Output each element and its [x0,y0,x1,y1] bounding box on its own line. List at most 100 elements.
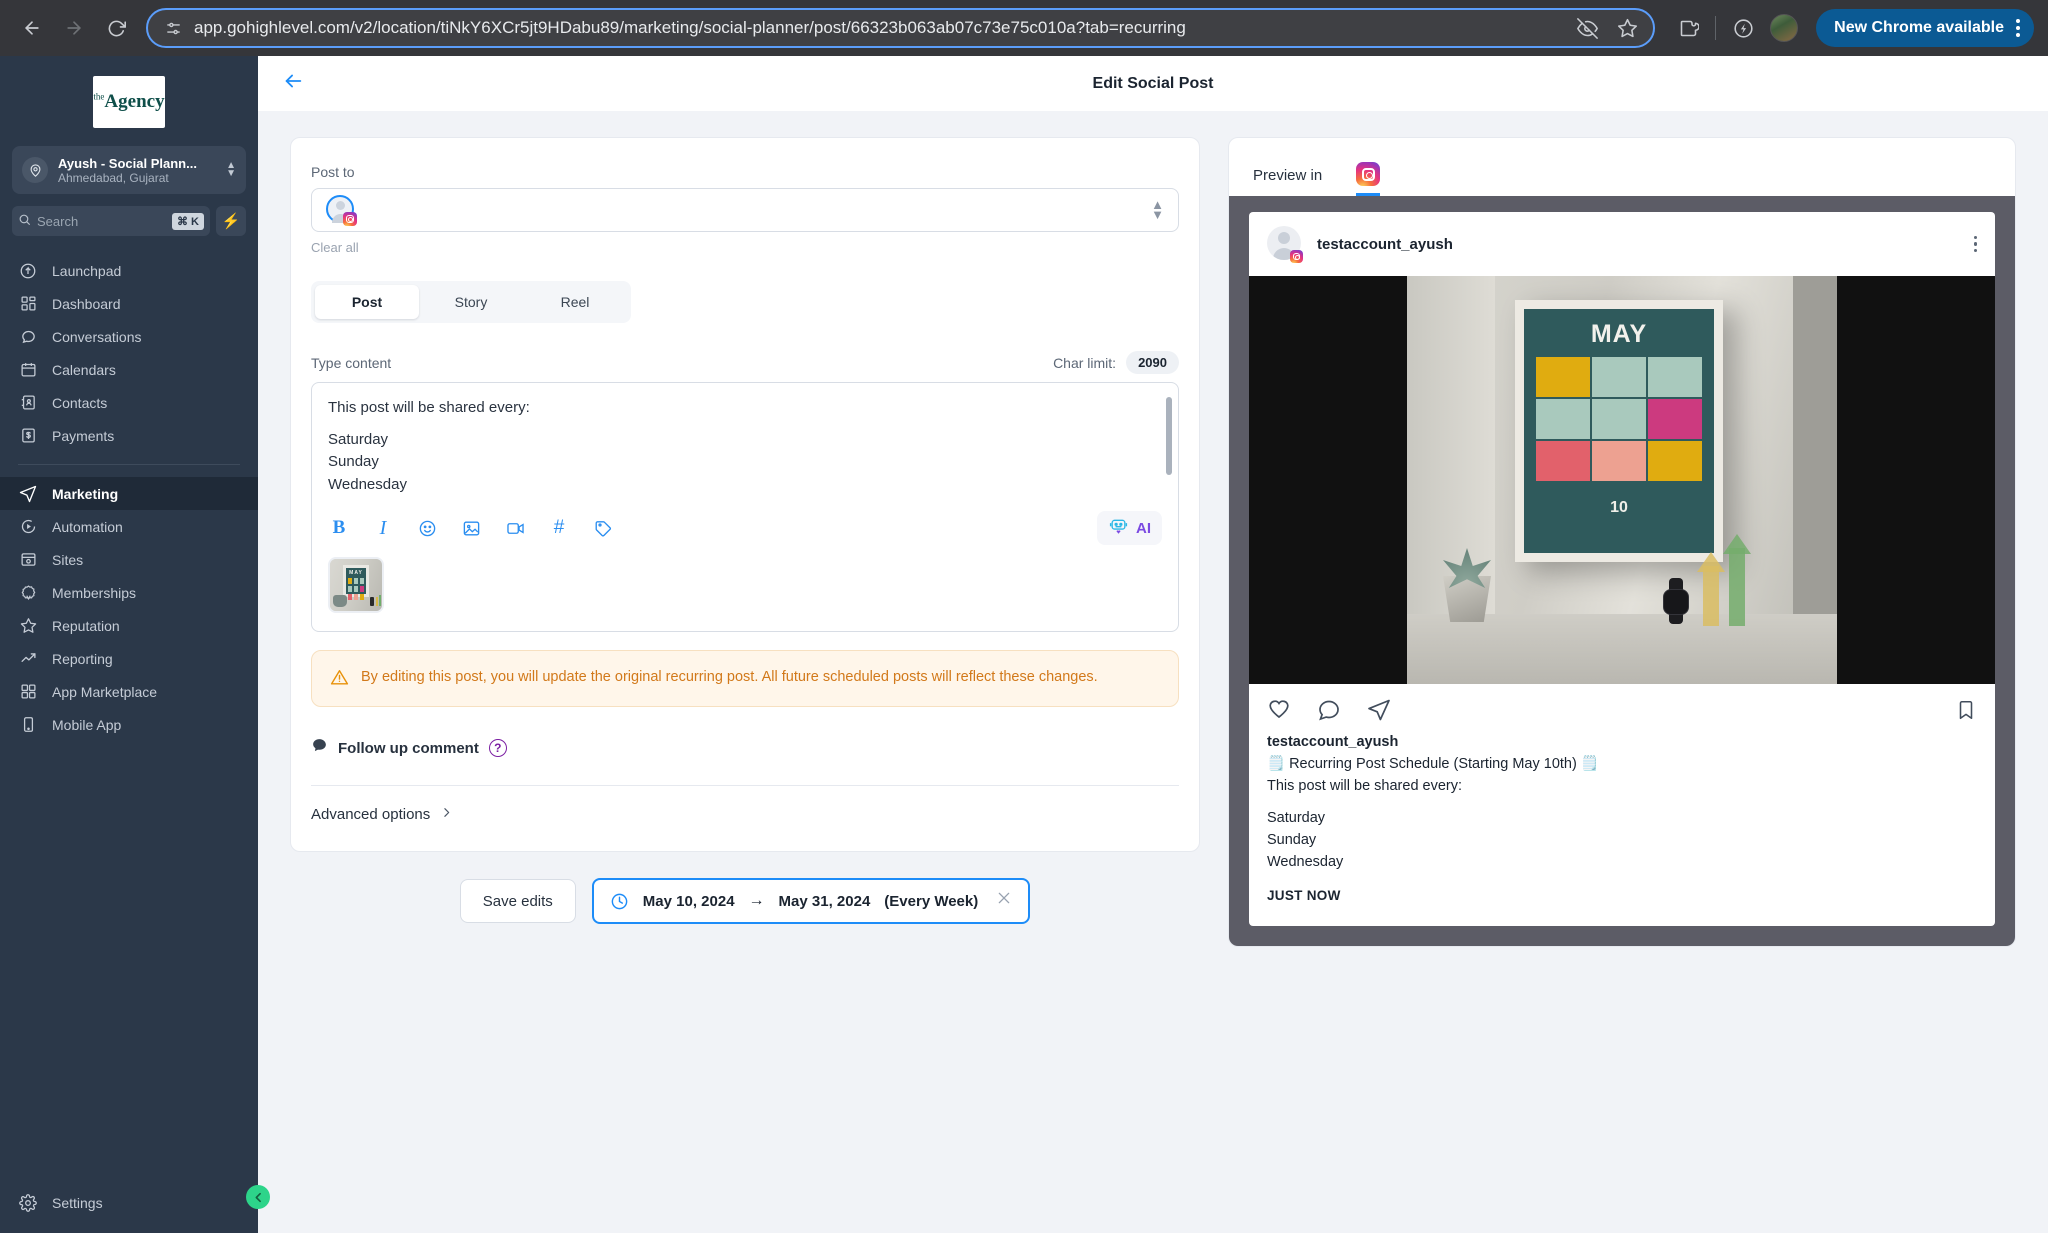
sidebar-item-reporting[interactable]: Reporting [0,642,258,675]
back-button[interactable] [282,70,304,97]
search-input[interactable]: Search ⌘ K [12,206,210,236]
schedule-end-date: May 31, 2024 [779,893,871,910]
new-chrome-available-button[interactable]: New Chrome available [1816,9,2034,47]
follow-up-comment[interactable]: Follow up comment ? [311,737,1179,759]
attachment-thumbnail[interactable]: MAY [328,557,384,613]
clear-all-link[interactable]: Clear all [311,240,1179,255]
star-icon [18,617,38,634]
editor-scrollbar-thumb[interactable] [1166,397,1172,475]
italic-icon[interactable]: I [372,517,394,539]
sidebar-item-label: Mobile App [52,717,121,733]
instagram-account-chip[interactable] [326,195,356,225]
logo-text: theAgency [93,91,164,113]
browser-back-button[interactable] [14,10,50,46]
sidebar-item-app-marketplace[interactable]: App Marketplace [0,675,258,708]
bolt-icon[interactable]: ⚡ [216,206,246,236]
question-mark-icon[interactable]: ? [489,739,507,757]
instagram-username: testaccount_ayush [1317,236,1960,253]
extensions-icon[interactable] [1675,15,1701,41]
page-title: Edit Social Post [258,75,2048,93]
content-header: Type content Char limit: 2090 [311,351,1179,374]
char-limit-label: Char limit: [1053,355,1116,371]
caption-username: testaccount_ayush [1267,732,1977,754]
sidebar-item-label: Automation [52,519,123,535]
send-icon [18,485,38,503]
preview-label: Preview in [1253,167,1322,196]
video-icon[interactable] [504,517,526,539]
preview-column: Preview in testacco [1228,137,2016,1233]
instagram-post-caption: testaccount_ayush 🗒️ Recurring Post Sche… [1249,730,1995,926]
sidebar-item-payments[interactable]: Payments [0,419,258,452]
sidebar-item-calendars[interactable]: Calendars [0,353,258,386]
tag-icon[interactable] [592,517,614,539]
tab-instagram-preview[interactable] [1356,162,1380,196]
sidebar-item-marketing[interactable]: Marketing [0,477,258,510]
comment-icon[interactable] [1317,698,1341,722]
caption-line: Wednesday [1267,852,1977,874]
sidebar-item-reputation[interactable]: Reputation [0,609,258,642]
emoji-icon[interactable] [416,517,438,539]
search-placeholder: Search [37,214,166,229]
page-header: Edit Social Post [258,56,2048,111]
kebab-menu-icon[interactable] [2016,19,2020,37]
sidebar-item-dashboard[interactable]: Dashboard [0,287,258,320]
location-pin-icon [22,157,48,183]
browser-forward-button[interactable] [56,10,92,46]
ai-button[interactable]: AI [1097,511,1162,545]
bold-icon[interactable]: B [328,517,350,539]
editor-scrollbar[interactable] [1166,397,1172,491]
sidebar-item-automation[interactable]: Automation [0,510,258,543]
poster-day-number: 10 [1536,499,1702,517]
post-to-select[interactable]: ▲▼ [311,188,1179,232]
poster-grid [1536,357,1702,481]
editor-card: Post to ▲▼ Clear all Post Story Reel [290,137,1200,852]
sidebar-item-label: Sites [52,552,83,568]
sidebar-item-sites[interactable]: Sites [0,543,258,576]
preview-header: Preview in [1229,138,2015,196]
bookmark-star-icon[interactable] [1615,16,1639,40]
main-area: Edit Social Post Post to ▲▼ Clear all [258,56,2048,1233]
content-editor[interactable]: This post will be shared every: Saturday… [311,382,1179,632]
tab-reel[interactable]: Reel [523,285,627,319]
image-icon[interactable] [460,517,482,539]
leaf-performance-icon[interactable] [1730,15,1756,41]
profile-avatar[interactable] [1770,14,1798,42]
agency-logo[interactable]: theAgency [93,76,165,128]
advanced-options-toggle[interactable]: Advanced options [311,786,1179,827]
heart-icon[interactable] [1267,698,1291,722]
sidebar-item-mobile-app[interactable]: Mobile App [0,708,258,741]
sidebar-item-settings[interactable]: Settings [0,1186,258,1219]
tab-post[interactable]: Post [315,285,419,319]
hashtag-icon[interactable]: # [548,517,570,539]
location-switcher[interactable]: Ayush - Social Plann... Ahmedabad, Gujar… [12,146,246,194]
eye-off-icon[interactable] [1575,16,1599,40]
address-bar-url[interactable]: app.gohighlevel.com/v2/location/tiNkY6XC… [194,18,1565,38]
save-edits-button[interactable]: Save edits [460,879,576,923]
address-bar[interactable]: app.gohighlevel.com/v2/location/tiNkY6XC… [146,8,1655,48]
browser-reload-button[interactable] [98,10,134,46]
content-textarea[interactable]: This post will be shared every: Saturday… [312,383,1178,505]
sidebar-item-memberships[interactable]: Memberships [0,576,258,609]
tab-story[interactable]: Story [419,285,523,319]
sidebar-item-label: App Marketplace [52,684,157,700]
logo-name: Agency [104,91,164,112]
sidebar-item-label: Launchpad [52,263,121,279]
chat-icon [18,328,38,345]
caption-line: Saturday [1267,808,1977,830]
sidebar-collapse-button[interactable] [246,1185,270,1209]
sidebar-item-launchpad[interactable]: Launchpad [0,254,258,287]
share-icon[interactable] [1367,698,1391,722]
sidebar-item-contacts[interactable]: Contacts [0,386,258,419]
kebab-menu-icon[interactable] [1974,236,1978,253]
trend-up-icon [18,650,38,667]
preview-card: Preview in testacco [1228,137,2016,947]
close-icon[interactable] [996,890,1012,912]
chevron-updown-icon[interactable]: ▲▼ [1151,200,1164,220]
site-settings-icon[interactable] [162,17,184,39]
sidebar-item-conversations[interactable]: Conversations [0,320,258,353]
sidebar-item-label: Reputation [52,618,120,634]
schedule-chip[interactable]: May 10, 2024 → May 31, 2024 (Every Week) [592,878,1030,924]
comment-bubble-icon [311,737,328,759]
chevron-updown-icon[interactable]: ▲▼ [226,162,236,178]
bookmark-icon[interactable] [1955,699,1977,721]
